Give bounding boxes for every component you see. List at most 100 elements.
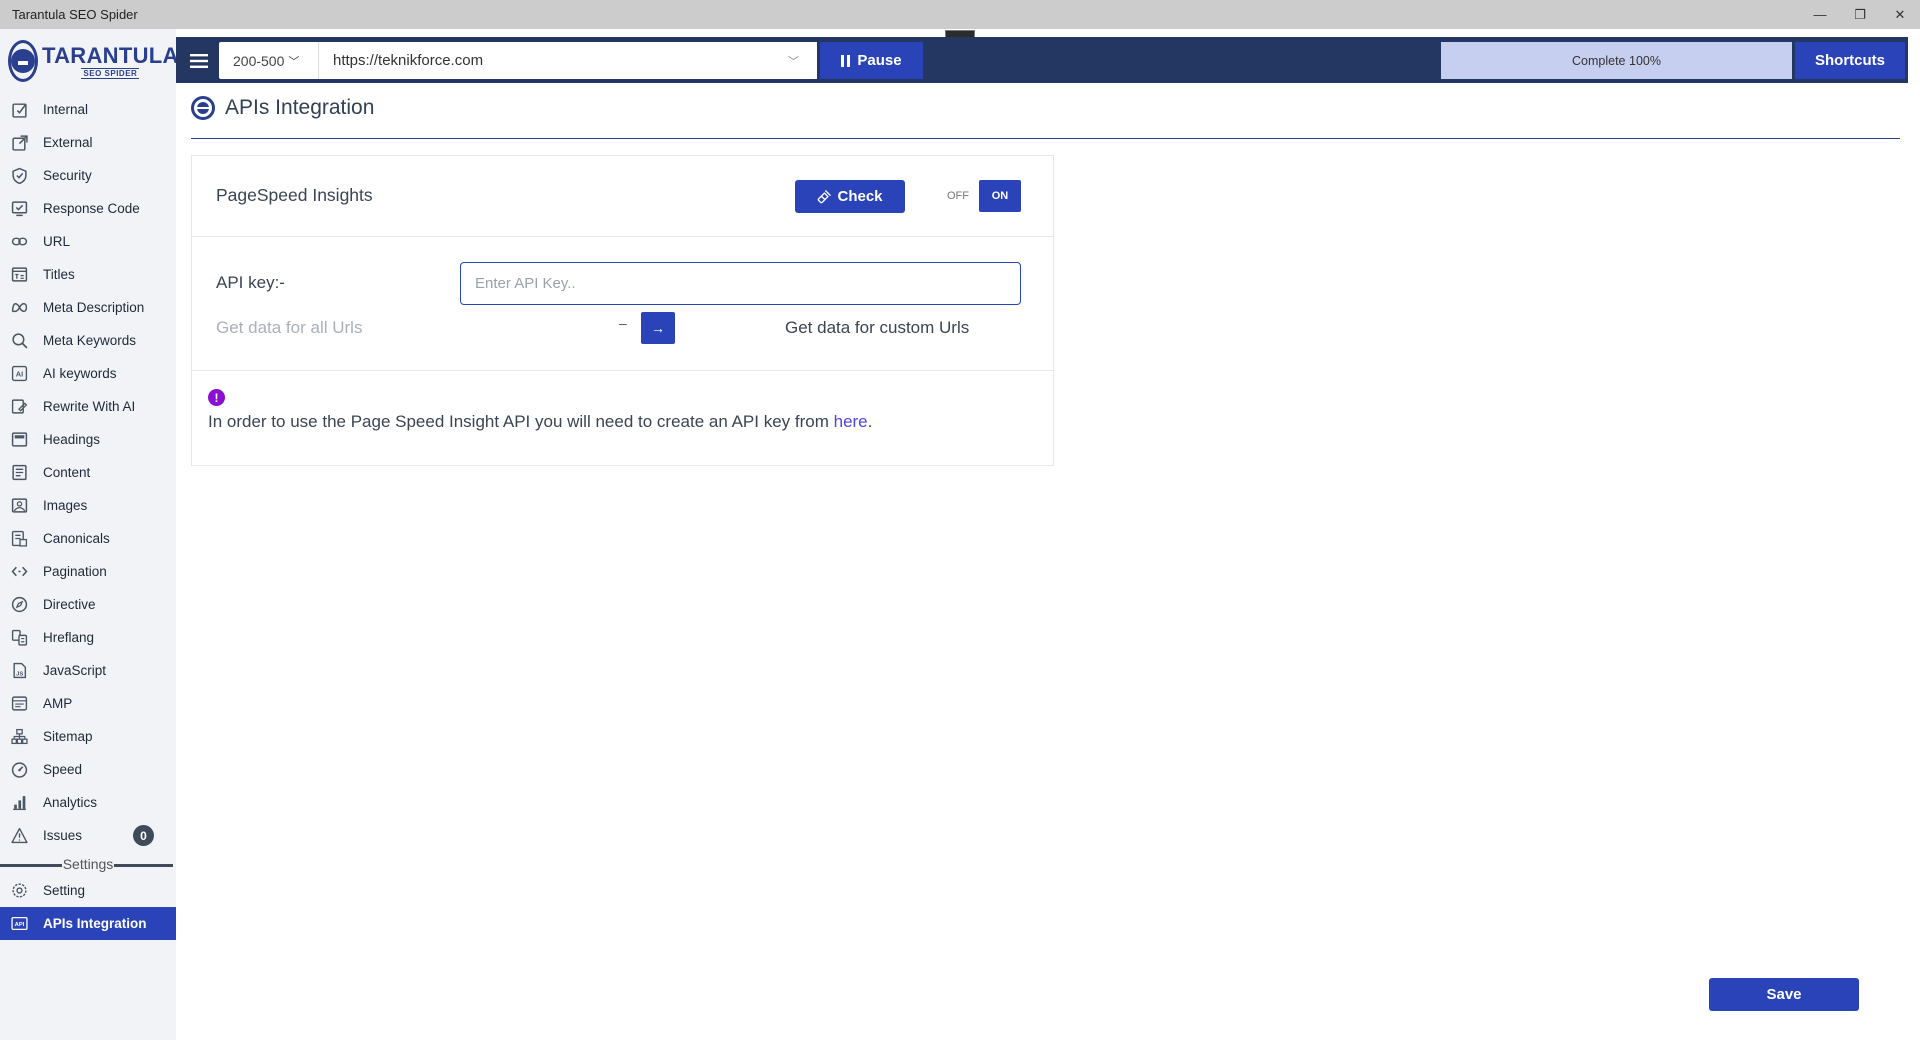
sidebar-item-label: Rewrite With AI [43, 399, 136, 414]
sidebar-item-hreflang[interactable]: Hreflang [0, 621, 176, 654]
status-range-select[interactable]: 200-500 ﹀ [219, 42, 319, 79]
info-text-body: In order to use the Page Speed Insight A… [208, 412, 834, 431]
check-label: Check [837, 188, 883, 205]
window-titlebar: Tarantula SEO Spider — ❐ ✕ [0, 0, 1920, 29]
sidebar-item-analytics[interactable]: Analytics [0, 786, 176, 819]
crawl-progress-bar: Complete 100% [1441, 42, 1792, 79]
sidebar-settings-nav: Setting API APIs Integration [0, 874, 176, 940]
plug-icon [818, 189, 832, 203]
code-icon [10, 563, 28, 581]
top-toolbar: 200-500 ﹀ https://teknikforce.com ﹀ Paus… [176, 37, 1908, 83]
sidebar-item-apis-integration[interactable]: API APIs Integration [0, 907, 176, 940]
service-name: PageSpeed Insights [216, 185, 373, 205]
shortcuts-button[interactable]: Shortcuts [1795, 42, 1905, 79]
headings-icon [10, 431, 28, 449]
info-icon: ! [208, 389, 225, 406]
sidebar-item-issues[interactable]: Issues 0 [0, 819, 176, 852]
link-icon [10, 233, 28, 251]
sidebar-item-external[interactable]: External [0, 126, 176, 159]
close-icon[interactable]: ✕ [1880, 0, 1920, 29]
edit-icon [10, 398, 28, 416]
here-link[interactable]: here [834, 412, 868, 431]
sidebar-item-meta-keywords[interactable]: Meta Keywords [0, 324, 176, 357]
save-button[interactable]: Save [1709, 978, 1859, 1011]
progress-label: Complete 100% [1572, 53, 1661, 68]
sidebar-nav: Internal External Security Response Code URL… [0, 93, 176, 852]
sidebar-item-label: Headings [43, 432, 101, 447]
restore-icon[interactable]: ❐ [1840, 0, 1880, 29]
sidebar-item-label: Canonicals [43, 531, 110, 546]
all-urls-option[interactable]: Get data for all Urls [216, 318, 362, 338]
javascript-icon: JS [10, 662, 28, 680]
sidebar-item-directive[interactable]: Directive [0, 588, 176, 621]
sidebar-item-internal[interactable]: Internal [0, 93, 176, 126]
info-text: In order to use the Page Speed Insight A… [208, 412, 872, 432]
sidebar-item-label: AMP [43, 696, 73, 711]
content-icon [10, 464, 28, 482]
chevron-down-icon: ﹀ [288, 55, 300, 68]
amp-icon [10, 695, 28, 713]
hamburger-menu-icon[interactable] [181, 42, 217, 80]
sidebar-item-label: Pagination [43, 564, 107, 579]
svg-text:JS: JS [16, 671, 23, 677]
sidebar-item-canonicals[interactable]: Canonicals [0, 522, 176, 555]
sidebar-item-rewrite-with-ai[interactable]: Rewrite With AI [0, 390, 176, 423]
custom-urls-option[interactable]: Get data for custom Urls [785, 318, 969, 338]
enable-toggle[interactable]: OFF ON [937, 180, 1021, 212]
sidebar-item-javascript[interactable]: JS JavaScript [0, 654, 176, 687]
shield-icon [10, 167, 28, 185]
sidebar-item-security[interactable]: Security [0, 159, 176, 192]
sidebar: TARANTULA SEO SPIDER Internal External Sec… [0, 29, 178, 1040]
sidebar-item-response-code[interactable]: Response Code [0, 192, 176, 225]
sidebar-item-ai-keywords[interactable]: AI AI keywords [0, 357, 176, 390]
minimize-icon[interactable]: — [1800, 0, 1840, 29]
check-button[interactable]: Check [795, 180, 905, 213]
window-title: Tarantula SEO Spider [12, 7, 138, 22]
image-icon [10, 497, 28, 515]
sidebar-item-headings[interactable]: Headings [0, 423, 176, 456]
sidebar-item-titles[interactable]: Titles [0, 258, 176, 291]
pause-icon [841, 54, 851, 67]
url-input[interactable]: https://teknikforce.com ﹀ [318, 42, 817, 79]
sidebar-item-label: Speed [43, 762, 83, 777]
meta-icon [10, 299, 28, 317]
api-key-input[interactable] [460, 262, 1021, 305]
sidebar-item-label: Content [43, 465, 91, 480]
tarantula-logo-icon [191, 96, 215, 120]
sidebar-item-amp[interactable]: AMP [0, 687, 176, 720]
brand-logo: TARANTULA SEO SPIDER [0, 29, 178, 93]
sidebar-item-content[interactable]: Content [0, 456, 176, 489]
warning-icon [10, 827, 28, 845]
search-icon [10, 332, 28, 350]
sidebar-item-meta-description[interactable]: Meta Description [0, 291, 176, 324]
chevron-down-icon[interactable]: ﹀ [788, 53, 799, 69]
analytics-icon [10, 794, 28, 812]
sidebar-item-label: Sitemap [43, 729, 93, 744]
sidebar-item-label: Security [43, 168, 92, 183]
sidebar-item-setting[interactable]: Setting [0, 874, 176, 907]
sidebar-item-label: Images [43, 498, 88, 513]
sitemap-icon [10, 728, 28, 746]
sidebar-item-speed[interactable]: Speed [0, 753, 176, 786]
pause-label: Pause [857, 52, 902, 69]
status-range-value: 200-500 [233, 52, 285, 69]
info-row: ! In order to use the Page Speed Insight… [192, 371, 1053, 465]
toggle-off[interactable]: OFF [937, 180, 979, 212]
sidebar-item-images[interactable]: Images [0, 489, 176, 522]
pause-button[interactable]: Pause [820, 42, 923, 79]
sidebar-item-sitemap[interactable]: Sitemap [0, 720, 176, 753]
sidebar-item-label: AI keywords [43, 366, 117, 381]
sidebar-item-label: JavaScript [43, 663, 107, 678]
sidebar-item-pagination[interactable]: Pagination [0, 555, 176, 588]
canonicals-icon [10, 530, 28, 548]
titles-icon [10, 266, 28, 284]
header-divider [191, 138, 1900, 139]
api-key-label: API key:- [216, 273, 285, 292]
issues-count-badge: 0 [133, 825, 154, 846]
sidebar-item-url[interactable]: URL [0, 225, 176, 258]
pagespeed-card: PageSpeed Insights Check OFF ON API key:… [191, 155, 1054, 466]
toggle-on[interactable]: ON [979, 180, 1021, 212]
external-link-icon [10, 134, 28, 152]
url-mode-switch-button[interactable]: → [641, 312, 675, 344]
gear-icon [10, 882, 28, 900]
